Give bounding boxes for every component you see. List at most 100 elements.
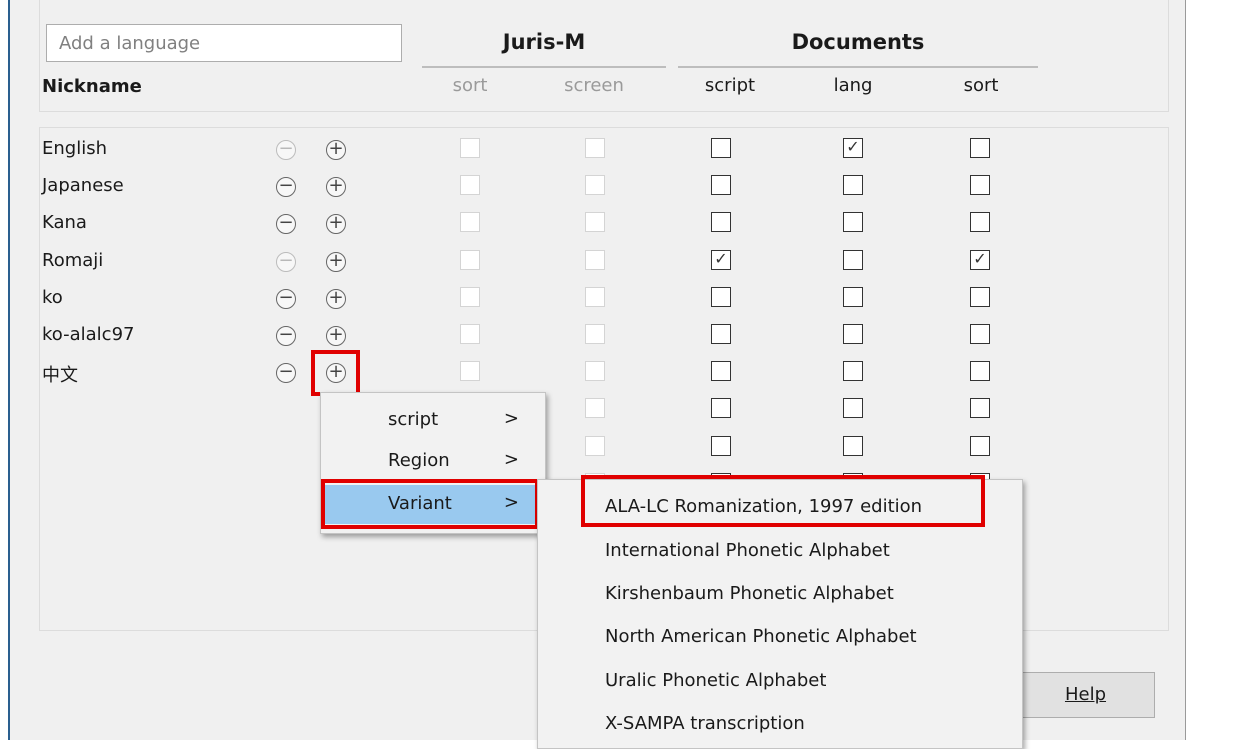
variant-item-label: North American Phonetic Alphabet bbox=[605, 626, 917, 647]
juris-m-screen-checkbox bbox=[585, 398, 605, 419]
language-row: Kana − + bbox=[0, 206, 1100, 243]
documents-sort-checkbox[interactable] bbox=[970, 212, 990, 233]
juris-m-screen-checkbox bbox=[585, 324, 605, 344]
variant-submenu: ALA-LC Romanization, 1997 edition Intern… bbox=[537, 479, 1023, 749]
juris-m-screen-header: screen bbox=[564, 75, 624, 96]
documents-sort-checkbox[interactable]: ✓ bbox=[970, 249, 990, 270]
help-button-label: Help bbox=[1064, 684, 1107, 705]
documents-sort-checkbox[interactable] bbox=[970, 138, 990, 158]
documents-sort-checkbox[interactable] bbox=[970, 435, 990, 456]
documents-script-header: script bbox=[704, 75, 756, 96]
juris-m-sort-checkbox bbox=[460, 212, 480, 233]
menu-item-script[interactable]: script > bbox=[321, 401, 545, 439]
documents-sort-checkbox[interactable] bbox=[970, 398, 990, 419]
documents-lang-checkbox[interactable] bbox=[843, 361, 863, 382]
menu-item-script-label: script bbox=[388, 409, 439, 430]
juris-m-sort-checkbox bbox=[460, 138, 480, 158]
documents-lang-checkbox[interactable] bbox=[843, 398, 863, 419]
menu-item-region-label: Region bbox=[388, 450, 450, 471]
minus-circle-icon[interactable]: − bbox=[276, 363, 296, 384]
minus-circle-icon[interactable]: − bbox=[276, 177, 296, 198]
language-row: 中文 − + bbox=[0, 355, 1100, 392]
juris-m-sort-checkbox bbox=[460, 286, 480, 307]
plus-circle-icon[interactable]: + bbox=[326, 177, 346, 198]
plus-circle-icon[interactable]: + bbox=[326, 363, 346, 384]
juris-m-sort-checkbox bbox=[460, 361, 480, 382]
juris-m-sort-checkbox bbox=[460, 324, 480, 344]
variant-item-label: International Phonetic Alphabet bbox=[605, 540, 890, 561]
documents-lang-checkbox[interactable] bbox=[843, 249, 863, 270]
documents-sort-checkbox[interactable] bbox=[970, 324, 990, 344]
minus-circle-icon[interactable]: − bbox=[276, 251, 296, 272]
minus-circle-icon[interactable]: − bbox=[276, 326, 296, 346]
documents-script-checkbox[interactable] bbox=[711, 324, 731, 344]
juris-m-sort-checkbox bbox=[460, 175, 480, 196]
variant-item[interactable]: Kirshenbaum Phonetic Alphabet bbox=[538, 575, 1022, 613]
help-button[interactable]: Help bbox=[1016, 672, 1155, 718]
minus-circle-icon[interactable]: − bbox=[276, 140, 296, 160]
juris-m-screen-checkbox bbox=[585, 435, 605, 456]
plus-circle-icon[interactable]: + bbox=[326, 214, 346, 235]
variant-item[interactable]: X-SAMPA transcription bbox=[538, 705, 1022, 743]
language-row: ko-alalc97 − + bbox=[0, 318, 1100, 355]
documents-script-checkbox[interactable] bbox=[711, 398, 731, 419]
juris-m-screen-checkbox bbox=[585, 138, 605, 158]
documents-sort-checkbox[interactable] bbox=[970, 286, 990, 307]
language-row: ko − + bbox=[0, 281, 1100, 318]
documents-lang-checkbox[interactable]: ✓ bbox=[843, 138, 863, 158]
documents-script-checkbox[interactable] bbox=[711, 435, 731, 456]
language-nickname: 中文 bbox=[42, 365, 78, 387]
minus-circle-icon[interactable]: − bbox=[276, 288, 296, 309]
add-language-input[interactable] bbox=[46, 24, 402, 62]
juris-m-group-header: Juris-M bbox=[502, 30, 586, 54]
variant-item-label: X-SAMPA transcription bbox=[605, 713, 805, 734]
variant-item-label: Kirshenbaum Phonetic Alphabet bbox=[605, 583, 894, 604]
variant-item[interactable]: North American Phonetic Alphabet bbox=[538, 618, 1022, 656]
language-nickname: ko-alalc97 bbox=[42, 324, 135, 345]
documents-sort-checkbox[interactable] bbox=[970, 361, 990, 382]
juris-m-screen-checkbox bbox=[585, 212, 605, 233]
documents-group-header: Documents bbox=[791, 30, 925, 54]
plus-circle-icon[interactable]: + bbox=[326, 251, 346, 272]
documents-script-checkbox[interactable] bbox=[711, 175, 731, 196]
language-row: English − + ✓ bbox=[0, 132, 1100, 169]
documents-script-checkbox[interactable] bbox=[711, 212, 731, 233]
menu-item-region[interactable]: Region > bbox=[321, 442, 545, 480]
documents-sort-header: sort bbox=[963, 75, 999, 96]
add-subtag-context-menu: script > Region > Variant > bbox=[320, 392, 546, 534]
documents-script-checkbox[interactable] bbox=[711, 286, 731, 307]
documents-lang-header: lang bbox=[833, 75, 873, 96]
juris-m-screen-checkbox bbox=[585, 249, 605, 270]
language-nickname: Kana bbox=[42, 212, 87, 234]
variant-item[interactable]: International Phonetic Alphabet bbox=[538, 532, 1022, 570]
documents-script-checkbox[interactable]: ✓ bbox=[711, 249, 731, 270]
variant-item[interactable]: ALA-LC Romanization, 1997 edition bbox=[538, 488, 1022, 526]
chevron-right-icon: > bbox=[503, 492, 519, 513]
documents-lang-checkbox[interactable] bbox=[843, 324, 863, 344]
variant-item[interactable]: Uralic Phonetic Alphabet bbox=[538, 662, 1022, 700]
documents-lang-checkbox[interactable] bbox=[843, 175, 863, 196]
documents-lang-checkbox[interactable] bbox=[843, 435, 863, 456]
language-nickname: Romaji bbox=[42, 249, 104, 271]
documents-lang-checkbox[interactable] bbox=[843, 212, 863, 233]
juris-m-sort-header: sort bbox=[452, 75, 488, 96]
documents-sort-checkbox[interactable] bbox=[970, 175, 990, 196]
nickname-column-header: Nickname bbox=[42, 76, 142, 97]
variant-item-label: ALA-LC Romanization, 1997 edition bbox=[605, 496, 923, 517]
documents-lang-checkbox[interactable] bbox=[843, 286, 863, 307]
language-nickname: English bbox=[42, 138, 107, 159]
language-row bbox=[0, 430, 1100, 467]
documents-script-checkbox[interactable] bbox=[711, 138, 731, 158]
documents-divider bbox=[678, 66, 1038, 68]
juris-m-screen-checkbox bbox=[585, 286, 605, 307]
juris-m-screen-checkbox bbox=[585, 175, 605, 196]
plus-circle-icon[interactable]: + bbox=[326, 288, 346, 309]
language-row bbox=[0, 392, 1100, 429]
minus-circle-icon[interactable]: − bbox=[276, 214, 296, 235]
documents-script-checkbox[interactable] bbox=[711, 361, 731, 382]
menu-item-variant[interactable]: Variant > bbox=[321, 485, 545, 524]
plus-circle-icon[interactable]: + bbox=[326, 140, 346, 160]
language-nickname: Japanese bbox=[42, 175, 124, 197]
juris-m-screen-checkbox bbox=[585, 361, 605, 382]
plus-circle-icon[interactable]: + bbox=[326, 326, 346, 346]
